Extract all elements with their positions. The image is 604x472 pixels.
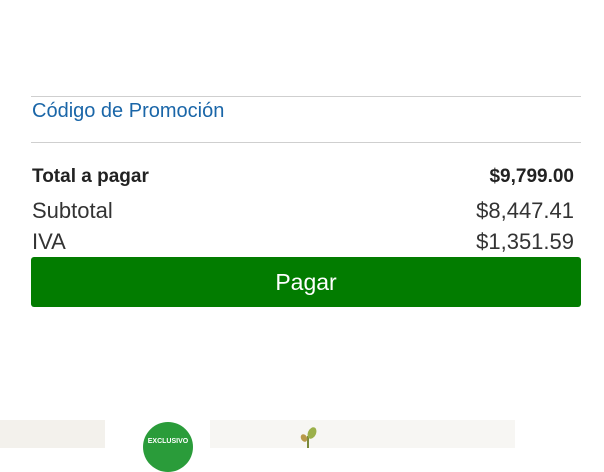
iva-label: IVA [32, 229, 66, 254]
product-image-left[interactable] [0, 420, 105, 448]
total-row: Total a pagar $9,799.00 [32, 166, 574, 188]
total-value: $9,799.00 [489, 166, 574, 187]
divider-top [31, 96, 581, 97]
promo-code-link[interactable]: Código de Promoción [32, 100, 224, 123]
pay-button[interactable]: Pagar [31, 257, 581, 307]
subtotal-label: Subtotal [32, 198, 113, 223]
product-image-right[interactable] [210, 420, 515, 448]
iva-value: $1,351.59 [476, 229, 574, 254]
iva-row: IVA $1,351.59 [32, 229, 574, 255]
product-strip: EXCLUSIVO [0, 420, 604, 472]
subtotal-row: Subtotal $8,447.41 [32, 198, 574, 224]
exclusive-badge: EXCLUSIVO [143, 422, 193, 472]
divider-summary [31, 142, 581, 143]
subtotal-value: $8,447.41 [476, 198, 574, 223]
total-label: Total a pagar [32, 166, 149, 187]
plant-sprout-icon [300, 427, 317, 448]
